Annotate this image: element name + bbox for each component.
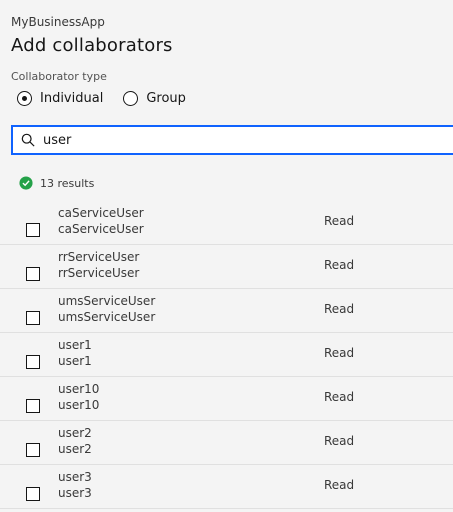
collaborator-role: Read [324, 214, 355, 228]
collaborator-name: umsServiceUser [58, 294, 156, 308]
collaborator-role: Read [324, 346, 355, 360]
list-item: user1 user1 Read [0, 333, 453, 377]
app-name: MyBusinessApp [11, 15, 105, 29]
collaborator-subname: rrServiceUser [58, 266, 140, 280]
collaborator-role: Read [324, 390, 355, 404]
collaborator-role: Read [324, 434, 355, 448]
page-title: Add collaborators [11, 35, 173, 56]
row-checkbox[interactable] [26, 399, 40, 413]
collaborator-subname: umsServiceUser [58, 310, 156, 324]
list-item: umsServiceUser umsServiceUser Read [0, 289, 453, 333]
row-checkbox[interactable] [26, 355, 40, 369]
collaborator-name: caServiceUser [58, 206, 144, 220]
collaborator-role: Read [324, 302, 355, 316]
collaborator-name: user10 [58, 382, 100, 396]
radio-group[interactable]: Group [123, 91, 186, 106]
radio-individual-label: Individual [40, 91, 104, 106]
list-item: user2 user2 Read [0, 421, 453, 465]
radio-group-label: Group [146, 91, 186, 106]
collaborator-subname: user1 [58, 354, 92, 368]
list-item: user10 user10 Read [0, 377, 453, 421]
list-item: rrServiceUser rrServiceUser Read [0, 245, 453, 289]
checkmark-filled-icon [19, 176, 33, 190]
collaborator-name: rrServiceUser [58, 250, 140, 264]
search-box[interactable] [11, 125, 453, 155]
radio-individual[interactable]: Individual [17, 91, 103, 106]
collaborator-role: Read [324, 478, 355, 492]
row-checkbox[interactable] [26, 487, 40, 501]
results-summary: 13 results [19, 176, 94, 190]
collaborator-role: Read [324, 258, 355, 272]
collaborator-list: caServiceUser caServiceUser Read rrServi… [0, 201, 453, 509]
collaborator-name: user2 [58, 426, 92, 440]
collaborator-subname: user10 [58, 398, 100, 412]
collaborator-subname: user2 [58, 442, 92, 456]
collaborator-subname: user3 [58, 486, 92, 500]
collaborator-name: user1 [58, 338, 92, 352]
radio-individual-circle[interactable] [17, 91, 32, 106]
collaborator-name: user3 [58, 470, 92, 484]
row-checkbox[interactable] [26, 223, 40, 237]
row-checkbox[interactable] [26, 443, 40, 457]
row-checkbox[interactable] [26, 311, 40, 325]
search-icon [19, 131, 37, 149]
radio-group-circle[interactable] [123, 91, 139, 106]
results-count: 13 results [40, 176, 95, 190]
collaborator-type-label: Collaborator type [11, 70, 107, 83]
collaborator-type-radio-group: Individual Group [17, 91, 206, 106]
search-input[interactable] [43, 128, 453, 152]
collaborator-subname: caServiceUser [58, 222, 144, 236]
list-item: caServiceUser caServiceUser Read [0, 201, 453, 245]
row-checkbox[interactable] [26, 267, 40, 281]
list-item: user3 user3 Read [0, 465, 453, 509]
